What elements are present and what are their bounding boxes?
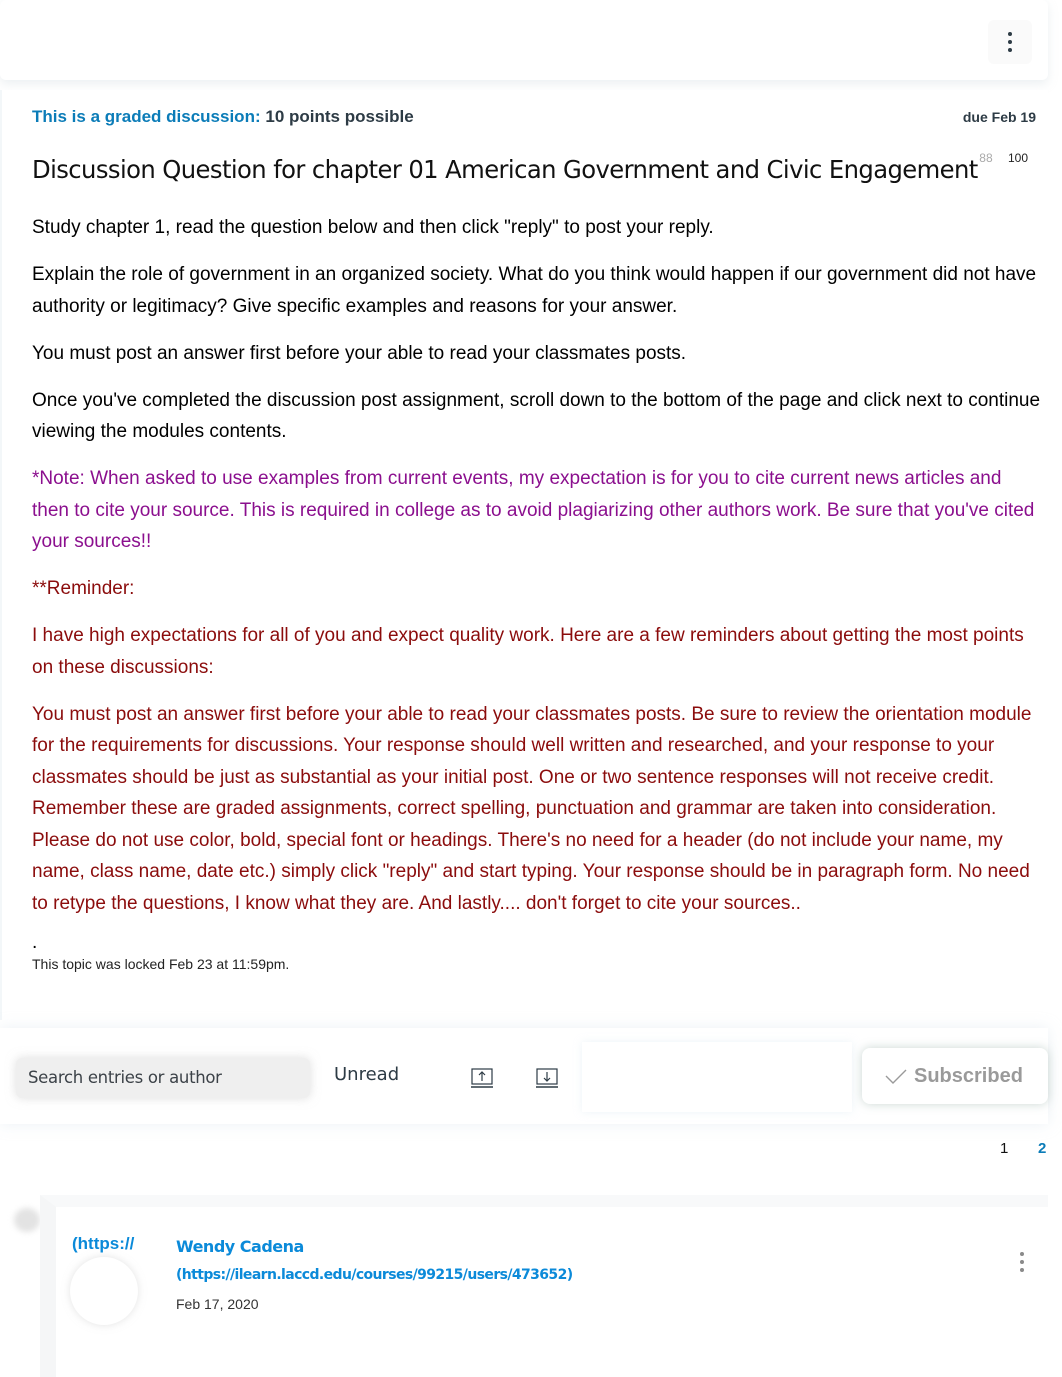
kebab-dot-icon [1008,48,1012,52]
kebab-dot-icon [1020,1252,1024,1256]
discussion-body: Study chapter 1, read the question below… [32,212,1042,973]
more-options-button[interactable] [988,20,1032,64]
entry-options-button[interactable] [1012,1247,1032,1277]
checkmark-icon [885,1069,907,1084]
collapse-all-button[interactable] [536,1068,558,1088]
collapse-toggle-icon[interactable] [14,1208,40,1232]
kebab-dot-icon [1020,1260,1024,1264]
paragraph: Study chapter 1, read the question below… [32,217,714,238]
reminder-heading: **Reminder: [32,578,135,599]
paragraph: You must post an answer first before you… [32,342,687,364]
subscribe-label: Subscribed [914,1064,1023,1087]
due-date: due Feb 19 [962,109,1036,125]
expand-all-button[interactable] [471,1068,493,1088]
entry-date: Feb 17, 2020 [176,1296,259,1312]
avatar[interactable] [70,1257,138,1325]
reminder-body: You must post an answer first before you… [32,703,1032,914]
author-url[interactable]: (https://ilearn.laccd.edu/courses/99215/… [176,1267,573,1283]
locked-notice: This topic was locked Feb 23 at 11:59pm. [32,955,290,972]
graded-label: This is a graded discussion: [32,107,261,126]
grade-values: 88 100 [979,151,1028,165]
grade-value-2: 100 [1007,151,1028,165]
arrow-up-box-icon [471,1068,493,1088]
arrow-down-box-icon [536,1068,558,1088]
subscribe-button[interactable]: Subscribed [862,1048,1048,1104]
graded-info: This is a graded discussion: 10 points p… [32,107,414,127]
points-possible: 10 points possible [265,107,414,126]
top-bar [0,0,1048,80]
discussion-title: Discussion Question for chapter 01 Ameri… [32,155,978,184]
discussion-toolbar: Search entries or author Unread Subscrib… [0,1028,1048,1124]
kebab-dot-icon [1008,32,1012,36]
discussion-topic: This is a graded discussion: 10 points p… [0,90,1048,1020]
grade-value-1: 88 [979,151,993,165]
toolbar-spacer [582,1042,852,1112]
note-paragraph: *Note: When asked to use examples from c… [32,468,1035,552]
author-name[interactable]: Wendy Cadena [176,1237,304,1256]
page-link-1[interactable]: 1 [1000,1140,1008,1157]
paragraph: Explain the role of government in an org… [32,264,1037,317]
discussion-entry: (https:// Wendy Cadena (https://ilearn.l… [40,1195,1048,1377]
page-link-2[interactable]: 2 [1038,1140,1046,1157]
search-input[interactable]: Search entries or author [16,1058,310,1098]
reminder-intro: I have high expectations for all of you … [32,625,1024,678]
kebab-dot-icon [1020,1268,1024,1272]
paragraph: Once you've completed the discussion pos… [32,389,1041,443]
unread-filter[interactable]: Unread [334,1064,399,1085]
avatar-link[interactable]: (https:// [72,1234,134,1254]
trailing-dot: . [32,931,38,953]
kebab-dot-icon [1008,40,1012,44]
